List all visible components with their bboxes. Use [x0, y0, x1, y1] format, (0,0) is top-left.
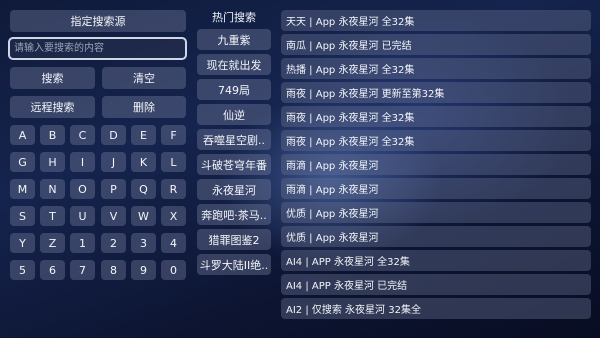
key-t[interactable]: T: [40, 206, 65, 226]
key-s[interactable]: S: [10, 206, 35, 226]
hot-item[interactable]: 猎罪图鉴2: [197, 229, 271, 250]
hot-item[interactable]: 九重紫: [197, 29, 271, 50]
key-1[interactable]: 1: [70, 233, 95, 253]
result-item[interactable]: 雨滴 | App 永夜星河: [281, 178, 591, 199]
result-item[interactable]: 优质 | App 永夜星河: [281, 202, 591, 223]
source-select-button[interactable]: 指定搜索源: [10, 10, 186, 32]
hot-item[interactable]: 奔跑吧·茶马..: [197, 204, 271, 225]
key-b[interactable]: B: [40, 125, 65, 145]
result-item[interactable]: 雨夜 | App 永夜星河 全32集: [281, 130, 591, 151]
delete-button[interactable]: 删除: [102, 96, 186, 118]
key-2[interactable]: 2: [101, 233, 126, 253]
key-m[interactable]: M: [10, 179, 35, 199]
key-0[interactable]: 0: [161, 260, 186, 280]
search-button[interactable]: 搜索: [10, 67, 95, 89]
key-e[interactable]: E: [131, 125, 156, 145]
result-item[interactable]: AI4 | APP 永夜星河 已完结: [281, 274, 591, 295]
key-c[interactable]: C: [70, 125, 95, 145]
result-item[interactable]: AI2 | 仅搜索 永夜星河 32集全: [281, 298, 591, 319]
hot-item[interactable]: 斗罗大陆II绝..: [197, 254, 271, 275]
key-8[interactable]: 8: [101, 260, 126, 280]
result-item[interactable]: AI4 | APP 永夜星河 全32集: [281, 250, 591, 271]
key-j[interactable]: J: [101, 152, 126, 172]
key-q[interactable]: Q: [131, 179, 156, 199]
key-d[interactable]: D: [101, 125, 126, 145]
result-item[interactable]: 雨夜 | App 永夜星河 更新至第32集: [281, 82, 591, 103]
result-item[interactable]: 雨滴 | App 永夜星河: [281, 154, 591, 175]
hot-item[interactable]: 现在就出发: [197, 54, 271, 75]
key-k[interactable]: K: [131, 152, 156, 172]
hot-item[interactable]: 永夜星河: [197, 179, 271, 200]
key-i[interactable]: I: [70, 152, 95, 172]
hot-item[interactable]: 吞噬星空剧..: [197, 129, 271, 150]
key-5[interactable]: 5: [10, 260, 35, 280]
key-z[interactable]: Z: [40, 233, 65, 253]
key-p[interactable]: P: [101, 179, 126, 199]
key-n[interactable]: N: [40, 179, 65, 199]
hot-item[interactable]: 仙逆: [197, 104, 271, 125]
result-item[interactable]: 南瓜 | App 永夜星河 已完结: [281, 34, 591, 55]
key-3[interactable]: 3: [131, 233, 156, 253]
key-l[interactable]: L: [161, 152, 186, 172]
remote-search-button[interactable]: 远程搜索: [10, 96, 95, 118]
key-r[interactable]: R: [161, 179, 186, 199]
key-a[interactable]: A: [10, 125, 35, 145]
key-v[interactable]: V: [101, 206, 126, 226]
clear-button[interactable]: 清空: [102, 67, 186, 89]
hot-item[interactable]: 斗破苍穹年番: [197, 154, 271, 175]
key-4[interactable]: 4: [161, 233, 186, 253]
result-item[interactable]: 优质 | App 永夜星河: [281, 226, 591, 247]
key-o[interactable]: O: [70, 179, 95, 199]
key-f[interactable]: F: [161, 125, 186, 145]
key-g[interactable]: G: [10, 152, 35, 172]
result-item[interactable]: 热播 | App 永夜星河 全32集: [281, 58, 591, 79]
key-h[interactable]: H: [40, 152, 65, 172]
search-input[interactable]: [8, 37, 187, 60]
key-w[interactable]: W: [131, 206, 156, 226]
key-x[interactable]: X: [161, 206, 186, 226]
result-item[interactable]: 雨夜 | App 永夜星河 全32集: [281, 106, 591, 127]
key-y[interactable]: Y: [10, 233, 35, 253]
result-item[interactable]: 天天 | App 永夜星河 全32集: [281, 10, 591, 31]
hot-item[interactable]: 749局: [197, 79, 271, 100]
key-6[interactable]: 6: [40, 260, 65, 280]
key-u[interactable]: U: [70, 206, 95, 226]
key-7[interactable]: 7: [70, 260, 95, 280]
hot-search-title: 热门搜索: [212, 11, 256, 24]
key-9[interactable]: 9: [131, 260, 156, 280]
